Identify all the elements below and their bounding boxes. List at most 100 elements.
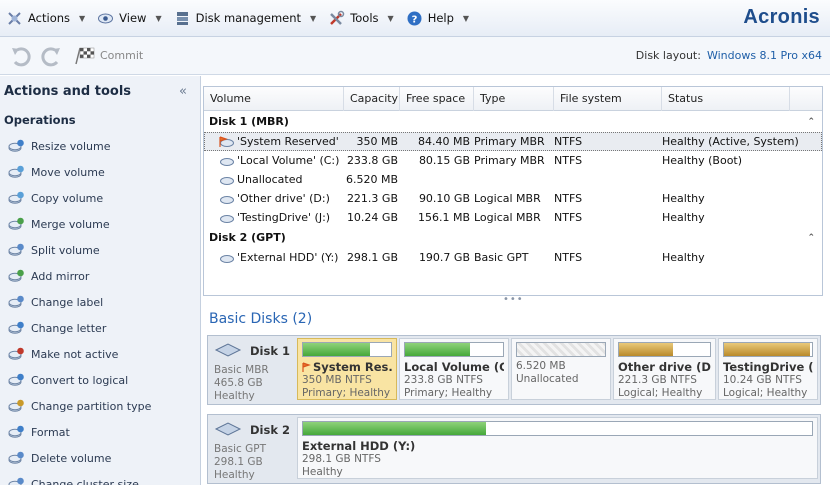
sidebar-item-format[interactable]: Format <box>0 419 200 445</box>
partition-name: System Res... <box>302 360 392 374</box>
cell-status: Healthy <box>662 251 705 264</box>
volume-name: 'External HDD' (Y:) <box>237 251 339 264</box>
operations-heading: Operations <box>4 113 76 127</box>
partition-status: Primary; Healthy <box>404 387 493 399</box>
partition-block[interactable]: Other drive (D:) 221.3 GB NTFS Logical; He… <box>613 338 716 400</box>
cell-volume: Unallocated <box>204 173 344 186</box>
sidebar-item-move-volume[interactable]: Move volume <box>0 159 200 185</box>
column-free-space[interactable]: Free space <box>400 87 474 111</box>
column-type[interactable]: Type <box>474 87 554 111</box>
cell-free-space: 156.1 MB <box>417 211 470 224</box>
volume-icon <box>220 157 234 166</box>
sidebar-item-resize-volume[interactable]: Resize volume <box>0 133 200 159</box>
cell-type: Primary MBR <box>474 154 545 167</box>
disk-label[interactable]: Disk 2 Basic GPT 298.1 GB Healthy <box>208 415 296 483</box>
actions-sidebar: Actions and tools « Operations Resize vo… <box>0 76 201 485</box>
table-row[interactable]: Unallocated 6.520 MB <box>204 170 822 189</box>
disk-layout-link[interactable]: Windows 8.1 Pro x64 <box>707 49 822 62</box>
volume-name: 'TestingDrive' (J:) <box>237 211 331 224</box>
disk-name: Disk 1 <box>250 344 290 358</box>
cell-volume: 'TestingDrive' (J:) <box>204 211 344 224</box>
table-row[interactable]: 'System Reserved' 350 MB 84.40 MB Primary M… <box>204 132 822 151</box>
column-capacity[interactable]: Capacity <box>344 87 400 111</box>
sidebar-item-label: Copy volume <box>31 191 104 205</box>
table-row[interactable]: 'External HDD' (Y:) 298.1 GB 190.7 GB Basic… <box>204 248 822 267</box>
volume-icon <box>220 254 234 263</box>
disk-row[interactable]: Disk 2 Basic GPT 298.1 GB Healthy External H… <box>207 414 821 484</box>
active-flag-icon <box>302 361 311 372</box>
disk-size: 465.8 GB <box>214 377 263 389</box>
resize-volume-icon <box>8 139 24 152</box>
partition-block[interactable]: TestingDrive (...10.24 GB NTFSLogical; H… <box>718 338 818 400</box>
menu-help[interactable]: ? Help ▼ <box>400 0 475 37</box>
column-file-system[interactable]: File system <box>554 87 662 111</box>
partition-block[interactable]: Local Volume (C:)233.8 GB NTFSPrimary; H… <box>399 338 509 400</box>
cell-type: Logical MBR <box>474 192 541 205</box>
split-volume-icon <box>8 243 24 256</box>
move-volume-icon <box>8 165 24 178</box>
disk-name: Disk 2 <box>250 423 290 437</box>
sidebar-item-add-mirror[interactable]: Add mirror <box>0 263 200 289</box>
table-row[interactable]: 'Local Volume' (C:) 233.8 GB 80.15 GB Prima… <box>204 151 822 170</box>
volume-table: Volume Capacity Free space Type File sys… <box>203 86 823 296</box>
partition-block[interactable]: System Res...350 MB NTFSPrimary; Healthy <box>297 338 397 400</box>
sidebar-item-split-volume[interactable]: Split volume <box>0 237 200 263</box>
menu-actions[interactable]: Actions ▼ <box>0 0 91 37</box>
undo-button[interactable] <box>6 41 36 71</box>
sidebar-item-copy-volume[interactable]: Copy volume <box>0 185 200 211</box>
collapse-group-icon[interactable]: ⌃ <box>807 117 815 127</box>
partition-name-text: Local Volume (C:) <box>404 360 504 374</box>
sidebar-item-make-not-active[interactable]: Make not active <box>0 341 200 367</box>
menu-view-label: View <box>119 11 147 25</box>
disk-label[interactable]: Disk 1 Basic MBR 465.8 GB Healthy <box>208 336 296 404</box>
cell-status: Healthy (Active, System) <box>662 135 799 148</box>
table-row[interactable]: 'Other drive' (D:) 221.3 GB 90.10 GB Logica… <box>204 189 822 208</box>
cell-free-space: 190.7 GB <box>418 251 470 264</box>
checkered-flag-icon <box>75 47 95 64</box>
sidebar-item-delete-volume[interactable]: Delete volume <box>0 445 200 471</box>
chevron-down-icon: ▼ <box>310 13 317 23</box>
sidebar-item-change-partition-type[interactable]: Change partition type <box>0 393 200 419</box>
table-body: Disk 1 (MBR) ⌃ 'System Reserved' 350 MB 84.4… <box>204 111 822 267</box>
redo-button[interactable] <box>36 41 66 71</box>
sidebar-item-label: Change partition type <box>31 399 152 413</box>
chevron-down-icon: ▼ <box>387 13 394 23</box>
collapse-group-icon[interactable]: ⌃ <box>807 233 815 243</box>
panel-splitter[interactable]: ••• <box>503 294 524 305</box>
sidebar-item-merge-volume[interactable]: Merge volume <box>0 211 200 237</box>
sidebar-item-label: Move volume <box>31 165 105 179</box>
sidebar-item-change-letter[interactable]: Change letter <box>0 315 200 341</box>
table-row[interactable]: 'TestingDrive' (J:) 10.24 GB 156.1 MB Logic… <box>204 208 822 227</box>
disk-group-header[interactable]: Disk 2 (GPT) ⌃ <box>204 227 822 248</box>
column-status[interactable]: Status <box>662 87 790 111</box>
disk-row[interactable]: Disk 1 Basic MBR 465.8 GB Healthy System Res… <box>207 335 821 405</box>
menu-disk-management[interactable]: Disk management ▼ <box>168 0 323 37</box>
menu-view[interactable]: View ▼ <box>91 0 167 37</box>
cell-volume: 'Other drive' (D:) <box>204 192 344 205</box>
partition-block[interactable]: 6.520 MB Unallocated <box>511 338 611 400</box>
change-letter-icon <box>8 321 24 334</box>
volume-icon <box>220 195 234 204</box>
sidebar-item-label: Change letter <box>31 321 107 335</box>
chevron-down-icon: ▼ <box>462 13 470 23</box>
usage-bar <box>302 421 813 436</box>
commit-button[interactable]: Commit <box>74 46 143 66</box>
cell-status: Healthy <box>662 192 705 205</box>
disk-group-header[interactable]: Disk 1 (MBR) ⌃ <box>204 111 822 132</box>
sidebar-item-change-cluster-size[interactable]: Change cluster size <box>0 471 200 485</box>
volume-icon <box>220 214 234 223</box>
cell-free-space: 90.10 GB <box>418 192 470 205</box>
partition-status: Logical; Healthy <box>723 387 808 399</box>
partition-block[interactable]: External HDD (Y:) 298.1 GB NTFS Healthy <box>297 417 818 479</box>
partition-size: 298.1 GB NTFS <box>302 453 381 465</box>
sidebar-item-label: Split volume <box>31 243 100 257</box>
eye-icon <box>98 13 114 23</box>
menu-tools[interactable]: Tools ▼ <box>322 0 400 37</box>
sidebar-item-label: Merge volume <box>31 217 110 231</box>
collapse-sidebar-icon[interactable]: « <box>179 84 187 99</box>
sidebar-item-change-label[interactable]: Change label <box>0 289 200 315</box>
menu-help-label: Help <box>427 11 454 25</box>
sidebar-item-convert-to-logical[interactable]: Convert to logical <box>0 367 200 393</box>
column-volume[interactable]: Volume <box>204 87 344 111</box>
disk-management-icon <box>176 11 188 25</box>
